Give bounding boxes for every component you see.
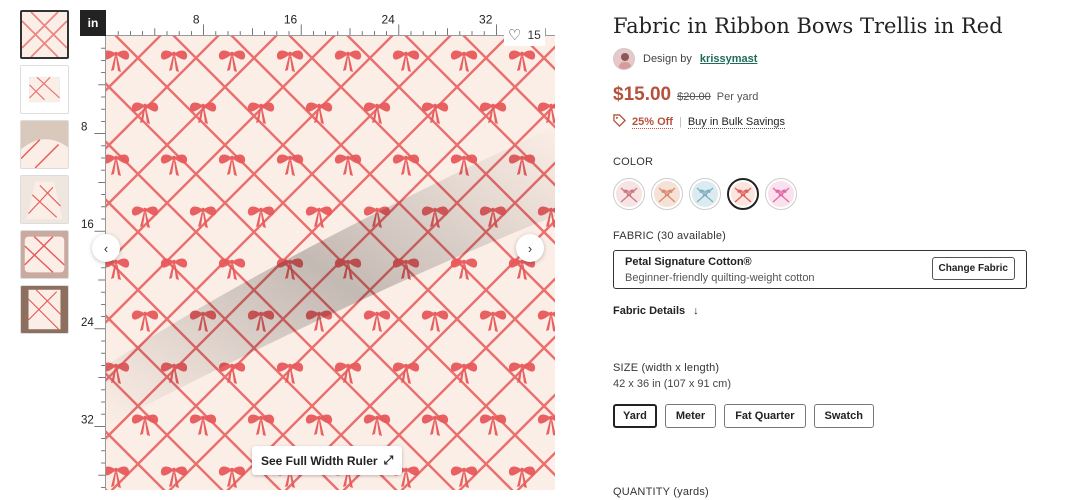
thumbnail-strip xyxy=(20,10,70,340)
thumb-draped-fabric[interactable] xyxy=(20,120,69,169)
color-swatch-bright-pink[interactable] xyxy=(765,178,797,210)
fabric-details-toggle[interactable]: Fabric Details ↓ xyxy=(613,305,1053,317)
chevron-left-icon: ‹ xyxy=(103,240,109,256)
discount-row: 25% Off | Buy in Bulk Savings xyxy=(613,114,1053,130)
chevron-right-icon: › xyxy=(527,240,533,256)
bow-icon xyxy=(692,181,718,207)
color-swatches xyxy=(613,178,1053,210)
designer-prefix: Design by xyxy=(643,53,692,65)
price-row: $15.00 $20.00 Per yard xyxy=(613,84,1053,106)
thumb-blanket[interactable] xyxy=(20,285,69,334)
original-price: $20.00 xyxy=(677,91,711,103)
size-dimensions: 42 x 36 in (107 x 91 cm) xyxy=(613,378,732,390)
ruler-top-label: 8 xyxy=(193,14,200,27)
ruler-top-label: 24 xyxy=(381,14,395,27)
bulk-savings-link[interactable]: Buy in Bulk Savings xyxy=(687,116,786,129)
thumb-flat-fabric[interactable] xyxy=(20,65,69,114)
bow-icon xyxy=(616,181,642,207)
current-price: $15.00 xyxy=(613,84,672,105)
color-swatch-light-pink[interactable] xyxy=(613,178,645,210)
thumb-skirt[interactable] xyxy=(20,175,69,224)
change-fabric-button[interactable]: Change Fabric xyxy=(931,257,1015,280)
size-options: Yard Meter Fat Quarter Swatch xyxy=(613,404,1053,428)
designer-link[interactable]: krissymast xyxy=(700,53,758,65)
favorite-button[interactable]: ♡ 15 xyxy=(504,24,545,46)
price-unit: Per yard xyxy=(716,91,759,103)
size-option-fat-quarter[interactable]: Fat Quarter xyxy=(724,404,806,428)
color-label: COLOR xyxy=(613,156,654,168)
product-panel: Fabric in Ribbon Bows Trellis in Red Des… xyxy=(613,12,1053,428)
discount-badge[interactable]: 25% Off xyxy=(632,116,673,129)
arrow-down-icon: ↓ xyxy=(693,305,699,317)
heart-icon: ♡ xyxy=(508,27,522,44)
tag-icon xyxy=(613,114,626,130)
color-swatch-red[interactable] xyxy=(727,178,759,210)
ruler-left: 8 16 24 32 xyxy=(80,36,106,490)
size-option-swatch[interactable]: Swatch xyxy=(813,404,875,428)
fabric-label: FABRIC (30 available) xyxy=(613,230,727,242)
expand-icon: ⤢ xyxy=(383,453,394,467)
color-swatch-light-blue[interactable] xyxy=(689,178,721,210)
full-width-ruler-button[interactable]: See Full Width Ruler ⤢ xyxy=(252,446,403,475)
full-width-ruler-label: See Full Width Ruler xyxy=(261,453,378,468)
designer-avatar[interactable] xyxy=(613,48,635,70)
ruler-left-label: 32 xyxy=(81,413,94,426)
designer-row: Design by krissymast xyxy=(613,48,1053,70)
separator: | xyxy=(678,116,682,128)
thumb-pillow[interactable] xyxy=(20,230,69,279)
favorite-count: 15 xyxy=(527,28,541,42)
size-option-yard[interactable]: Yard xyxy=(613,404,657,428)
thumb-swatch-closeup[interactable] xyxy=(20,10,69,59)
ruler-left-label: 8 xyxy=(81,120,88,133)
bow-icon xyxy=(768,181,794,207)
color-swatch-peach[interactable] xyxy=(651,178,683,210)
size-option-meter[interactable]: Meter xyxy=(664,404,717,428)
next-image-button[interactable]: › xyxy=(516,234,544,262)
fabric-viewer: in 8 16 24 32 8 16 24 32 ♡ 15 ‹ › See Fu… xyxy=(80,10,555,490)
fabric-selector: Petal Signature Cotton® Beginner-friendl… xyxy=(613,250,1027,289)
ruler-left-label: 16 xyxy=(81,218,94,231)
ruler-top-label: 16 xyxy=(284,14,298,27)
quantity-label: QUANTITY (yards) xyxy=(613,486,709,498)
ruler-top: 8 16 24 32 xyxy=(106,10,555,36)
fabric-preview-image[interactable] xyxy=(106,36,555,490)
size-label: SIZE (width x length) xyxy=(613,362,720,374)
ruler-unit: in xyxy=(80,10,106,36)
bow-icon xyxy=(654,181,680,207)
bow-icon xyxy=(731,182,755,206)
ruler-left-label: 24 xyxy=(81,316,94,329)
previous-image-button[interactable]: ‹ xyxy=(92,234,120,262)
fabric-details-label: Fabric Details xyxy=(613,305,686,317)
product-title: Fabric in Ribbon Bows Trellis in Red xyxy=(613,14,1003,38)
ruler-top-label: 32 xyxy=(479,14,492,27)
